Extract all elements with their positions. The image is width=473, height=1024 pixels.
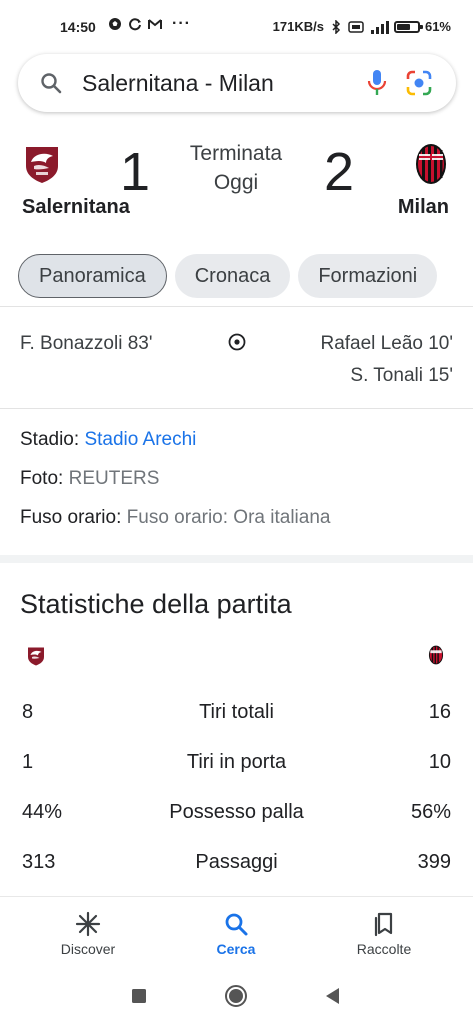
tab-formazioni[interactable]: Formazioni — [298, 254, 438, 298]
stat-away-value: 10 — [428, 751, 451, 773]
milan-logo-icon — [416, 144, 446, 184]
stat-row: 8 Tiri totali 16 — [0, 701, 473, 731]
battery-percent: 61% — [424, 19, 451, 34]
stat-row: 313 Passaggi 399 — [0, 851, 473, 881]
battery-icon — [393, 20, 423, 33]
back-triangle-icon[interactable] — [321, 984, 345, 1008]
tab-cronaca[interactable]: Cronaca — [174, 254, 291, 298]
search-bar[interactable]: Salernitana - Milan — [18, 54, 456, 112]
divider — [0, 408, 473, 409]
salernitana-mini-logo-icon — [28, 647, 44, 666]
stat-away-value: 16 — [428, 701, 451, 723]
stat-row: 1 Tiri in porta 10 — [0, 751, 473, 781]
nav-raccolte[interactable]: Raccolte — [324, 897, 444, 969]
status-right: 171KB/s 61% — [273, 19, 451, 34]
away-goal-scorer: S. Tonali 15' — [350, 365, 453, 386]
nav-label: Discover — [60, 941, 116, 957]
tab-panoramica[interactable]: Panoramica — [18, 254, 167, 298]
home-team-name[interactable]: Salernitana — [22, 196, 130, 219]
asterisk-icon — [75, 911, 101, 937]
bluetooth-icon — [332, 19, 341, 34]
home-score: 1 — [120, 142, 151, 202]
net-speed: 171KB/s — [272, 19, 324, 34]
photo-row: Foto: REUTERS — [20, 468, 159, 490]
stat-label: Tiri totali — [199, 701, 274, 723]
circle-icon[interactable] — [224, 984, 248, 1008]
nav-label: Raccolte — [356, 941, 412, 957]
away-team-name[interactable]: Milan — [398, 196, 449, 219]
away-score: 2 — [324, 142, 355, 202]
section-divider — [0, 555, 473, 563]
volte-icon — [348, 20, 364, 33]
nav-cerca[interactable]: Cerca — [176, 897, 296, 969]
home-goal-scorer: F. Bonazzoli 83' — [20, 333, 153, 354]
microphone-icon[interactable] — [366, 69, 388, 97]
timezone-value: Fuso orario: Ora italiana — [126, 507, 331, 528]
search-icon[interactable] — [40, 72, 62, 94]
collections-icon — [374, 912, 393, 937]
match-tabs: Panoramica Cronaca Formazioni — [18, 254, 438, 300]
sync-icon — [129, 18, 141, 31]
match-date: Oggi — [213, 171, 259, 194]
football-icon — [109, 18, 121, 30]
divider — [0, 306, 473, 307]
status-bar: 14:50 ··· 171KB/s 61% — [0, 0, 473, 52]
stat-away-value: 56% — [410, 801, 451, 823]
stats-title: Statistiche della partita — [20, 589, 292, 619]
timezone-row: Fuso orario: Fuso orario: Ora italiana — [20, 507, 330, 529]
nav-discover[interactable]: Discover — [28, 897, 148, 969]
photo-label: Foto: — [20, 468, 64, 489]
bottom-navigation: Discover Cerca Raccolte — [0, 896, 473, 968]
stadium-link[interactable]: Stadio Arechi — [84, 429, 196, 450]
stadium-label: Stadio: — [20, 429, 80, 450]
match-status: Terminata — [189, 142, 283, 165]
notification-icons: ··· — [108, 15, 191, 32]
stat-label: Tiri in porta — [186, 751, 287, 773]
stadium-row: Stadio: Stadio Arechi — [20, 429, 196, 451]
stat-row: 44% Possesso palla 56% — [0, 801, 473, 831]
system-navigation — [0, 968, 473, 1024]
nav-label: Cerca — [216, 941, 256, 957]
gmail-icon — [148, 19, 162, 29]
search-icon — [225, 913, 248, 936]
milan-mini-logo-icon — [428, 645, 444, 665]
timezone-label: Fuso orario: — [20, 507, 122, 528]
search-input[interactable]: Salernitana - Milan — [82, 70, 274, 97]
stat-away-value: 399 — [417, 851, 451, 873]
stat-label: Passaggi — [195, 851, 278, 873]
stat-label: Possesso palla — [169, 801, 304, 823]
match-header[interactable]: 1 Terminata Oggi 2 Salernitana Milan — [0, 130, 473, 230]
salernitana-logo-icon — [26, 147, 58, 183]
more-notifications: ··· — [172, 15, 191, 32]
away-goal-scorer: Rafael Leão 10' — [320, 333, 453, 354]
google-lens-icon[interactable] — [406, 70, 432, 96]
status-time: 14:50 — [60, 19, 96, 35]
photo-value: REUTERS — [68, 468, 160, 489]
signal-icon — [370, 20, 389, 34]
square-icon[interactable] — [127, 984, 151, 1008]
goal-ball-icon — [228, 333, 246, 351]
